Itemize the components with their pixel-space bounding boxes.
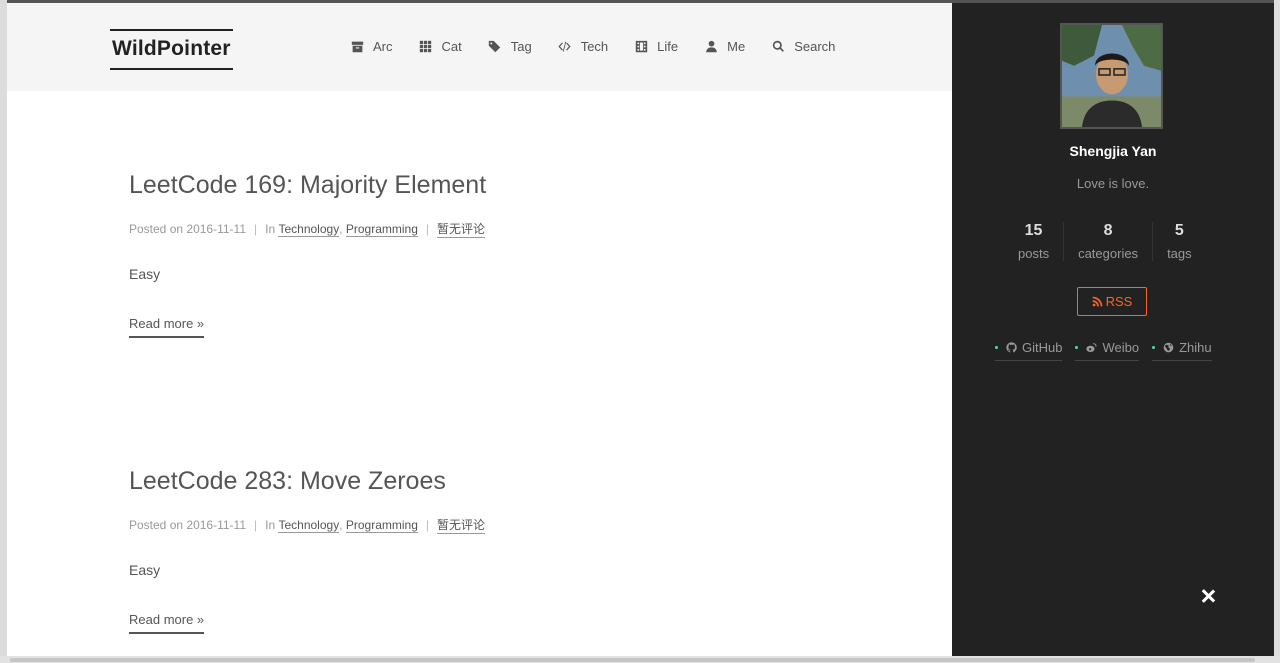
social-link-label: GitHub bbox=[1022, 340, 1063, 355]
post-title[interactable]: LeetCode 169: Majority Element bbox=[129, 171, 486, 200]
menu-item-cat[interactable]: Cat bbox=[419, 39, 462, 54]
read-more-button[interactable]: Read more » bbox=[129, 316, 205, 338]
post-item: LeetCode 169: Majority Element Posted on… bbox=[129, 171, 486, 338]
code-icon bbox=[558, 40, 572, 54]
menu-label: Arc bbox=[373, 39, 393, 54]
stat-posts[interactable]: 15 posts bbox=[1004, 222, 1063, 261]
menu-item-tech[interactable]: Tech bbox=[558, 39, 608, 54]
site-brand[interactable]: WildPointer bbox=[110, 29, 233, 70]
main-content: WildPointer Arc Cat Tag Tech Life Me Sea… bbox=[7, 3, 952, 656]
author-motto: Love is love. bbox=[1076, 176, 1150, 191]
read-more-button[interactable]: Read more » bbox=[129, 612, 205, 634]
stat-label: categories bbox=[1078, 246, 1139, 261]
meta-divider: | bbox=[425, 222, 430, 236]
bullet-dot bbox=[1152, 346, 1156, 349]
stat-label: tags bbox=[1167, 246, 1192, 261]
search-icon bbox=[771, 40, 785, 54]
film-icon bbox=[634, 40, 648, 54]
sidebar: Shengjia Yan Love is love. 15 posts 8 ca… bbox=[952, 3, 1274, 656]
post-meta: Posted on 2016-11-11 | In Technology, Pr… bbox=[129, 516, 486, 534]
category-link[interactable]: Technology bbox=[278, 222, 340, 237]
rss-label: RSS bbox=[1105, 294, 1133, 309]
brand-title[interactable]: WildPointer bbox=[112, 31, 231, 67]
post-date: 2016-11-11 bbox=[186, 518, 246, 532]
menu-item-tag[interactable]: Tag bbox=[488, 39, 532, 54]
main-menu: Arc Cat Tag Tech Life Me Search bbox=[350, 39, 861, 54]
post-title[interactable]: LeetCode 283: Move Zeroes bbox=[129, 467, 485, 496]
post-date: 2016-11-11 bbox=[186, 222, 246, 236]
posted-on-label: Posted on bbox=[129, 222, 184, 236]
archive-icon bbox=[350, 40, 364, 54]
post-excerpt: Easy bbox=[129, 266, 161, 282]
github-icon bbox=[1006, 342, 1017, 353]
window-right-edge bbox=[1274, 0, 1280, 663]
tags-icon bbox=[488, 40, 502, 54]
menu-item-search[interactable]: Search bbox=[771, 39, 835, 54]
category-link[interactable]: Programming bbox=[345, 518, 418, 533]
window-left-edge bbox=[0, 0, 7, 663]
post-meta: Posted on 2016-11-11 | In Technology, Pr… bbox=[129, 220, 486, 238]
menu-item-arc[interactable]: Arc bbox=[350, 39, 393, 54]
avatar bbox=[1060, 23, 1163, 129]
meta-divider: | bbox=[254, 222, 258, 236]
close-sidebar-icon[interactable] bbox=[1200, 588, 1216, 604]
weibo-icon bbox=[1086, 343, 1097, 352]
stat-count: 8 bbox=[1103, 222, 1113, 239]
comments-link[interactable]: 暂无评论 bbox=[437, 220, 486, 238]
post-item: LeetCode 283: Move Zeroes Posted on 2016… bbox=[129, 467, 486, 634]
site-header: WildPointer Arc Cat Tag Tech Life Me Sea… bbox=[7, 3, 952, 91]
globe-icon bbox=[1163, 342, 1174, 353]
menu-label: Cat bbox=[441, 39, 462, 54]
menu-label: Life bbox=[657, 39, 679, 54]
category-link[interactable]: Technology bbox=[278, 518, 340, 533]
author-name: Shengjia Yan bbox=[1069, 143, 1157, 159]
category-link[interactable]: Programming bbox=[345, 222, 418, 237]
menu-label: Tech bbox=[580, 39, 609, 54]
menu-label: Search bbox=[794, 39, 836, 54]
site-stats: 15 posts 8 categories 5 tags bbox=[1004, 222, 1206, 261]
bullet-dot bbox=[1075, 346, 1079, 349]
rss-button[interactable]: RSS bbox=[1077, 287, 1147, 316]
rss-icon bbox=[1092, 296, 1102, 307]
menu-item-life[interactable]: Life bbox=[634, 39, 678, 54]
social-link-label: Zhihu bbox=[1179, 340, 1212, 355]
stat-label: posts bbox=[1018, 246, 1050, 261]
stat-count: 15 bbox=[1024, 222, 1043, 239]
posted-on-label: Posted on bbox=[129, 518, 184, 532]
social-links: GitHub Weibo Zhihu bbox=[995, 340, 1225, 361]
bullet-dot bbox=[995, 346, 998, 349]
menu-item-me[interactable]: Me bbox=[704, 39, 745, 54]
social-link-github[interactable]: GitHub bbox=[995, 340, 1063, 361]
in-label: In bbox=[265, 518, 276, 532]
meta-divider: | bbox=[254, 518, 258, 532]
comments-link[interactable]: 暂无评论 bbox=[437, 516, 486, 534]
stat-count: 5 bbox=[1174, 222, 1184, 239]
menu-label: Me bbox=[727, 39, 746, 54]
stat-categories[interactable]: 8 categories bbox=[1063, 222, 1152, 261]
social-link-label: Weibo bbox=[1102, 340, 1140, 355]
user-icon bbox=[704, 40, 718, 54]
grid-icon bbox=[419, 40, 433, 54]
social-link-zhihu[interactable]: Zhihu bbox=[1152, 340, 1212, 361]
post-excerpt: Easy bbox=[129, 562, 161, 578]
social-link-weibo[interactable]: Weibo bbox=[1075, 340, 1140, 361]
stat-tags[interactable]: 5 tags bbox=[1152, 222, 1206, 261]
in-label: In bbox=[265, 222, 276, 236]
menu-label: Tag bbox=[510, 39, 532, 54]
meta-divider: | bbox=[425, 518, 430, 532]
horizontal-scrollbar[interactable] bbox=[10, 658, 1255, 662]
